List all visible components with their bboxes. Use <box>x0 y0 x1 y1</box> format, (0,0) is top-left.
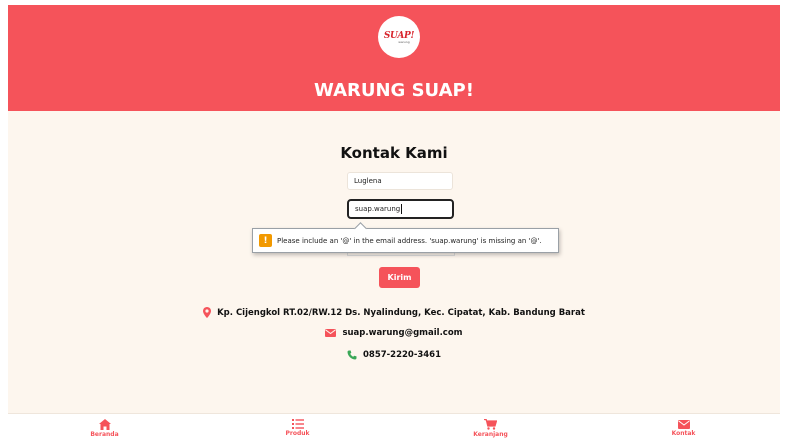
email-text[interactable]: suap.warung@gmail.com <box>342 328 462 338</box>
logo: SUAP! warung <box>378 16 420 58</box>
submit-button[interactable]: Kirim <box>379 267 420 288</box>
email-field[interactable]: suap.warung <box>347 199 454 219</box>
cart-icon <box>484 418 497 430</box>
bottom-nav: Beranda Produk Keranjang Kontak <box>8 413 780 441</box>
nav-item-keranjang[interactable]: Keranjang <box>394 414 587 441</box>
app-frame: SUAP! warung WARUNG SUAP! Kontak Kami Lu… <box>8 5 780 441</box>
list-icon <box>291 419 304 429</box>
header: SUAP! warung WARUNG SUAP! <box>8 5 780 111</box>
home-icon <box>98 418 111 430</box>
envelope-icon <box>325 329 337 337</box>
mail-icon <box>677 419 690 429</box>
validation-message: Please include an '@' in the email addre… <box>277 236 542 245</box>
validation-tooltip: ! Please include an '@' in the email add… <box>252 222 559 253</box>
logo-subtext: warung <box>398 39 410 44</box>
email-field-value: suap.warung <box>355 205 401 213</box>
nav-label: Beranda <box>90 430 119 438</box>
phone-text[interactable]: 0857-2220-3461 <box>363 350 441 360</box>
name-field-value: Luglena <box>354 177 382 185</box>
tooltip-arrow <box>354 222 367 235</box>
phone-row: 0857-2220-3461 <box>8 350 780 360</box>
nav-label: Kontak <box>671 429 696 437</box>
email-row: suap.warung@gmail.com <box>8 328 780 338</box>
nav-item-beranda[interactable]: Beranda <box>8 414 201 441</box>
shop-title: WARUNG SUAP! <box>314 80 474 101</box>
text-caret <box>401 204 403 214</box>
phone-icon <box>347 350 357 360</box>
page-title: Kontak Kami <box>340 144 448 162</box>
address-text: Kp. Cijengkol RT.02/RW.12 Ds. Nyalindung… <box>217 307 585 318</box>
name-field[interactable]: Luglena <box>347 172 453 190</box>
nav-item-kontak[interactable]: Kontak <box>587 414 780 441</box>
nav-item-produk[interactable]: Produk <box>201 414 394 441</box>
address-row: Kp. Cijengkol RT.02/RW.12 Ds. Nyalindung… <box>8 307 780 318</box>
nav-label: Keranjang <box>473 430 508 438</box>
location-pin-icon <box>203 307 212 318</box>
warning-icon: ! <box>259 234 272 247</box>
nav-label: Produk <box>285 430 310 437</box>
